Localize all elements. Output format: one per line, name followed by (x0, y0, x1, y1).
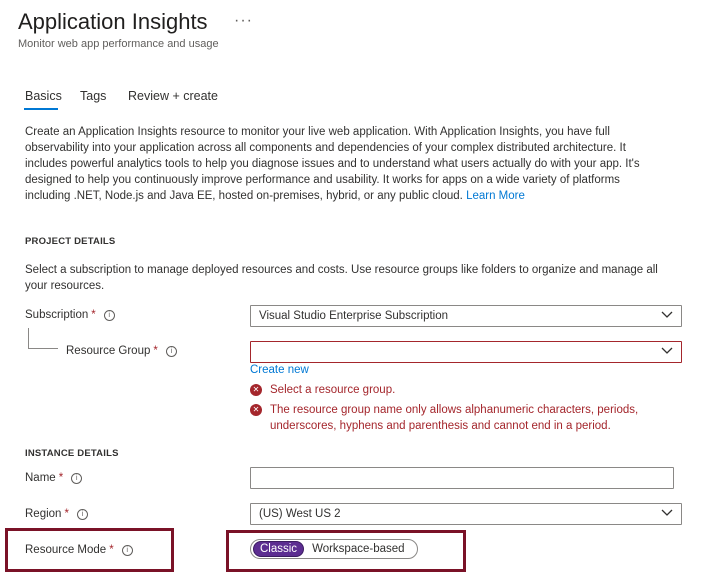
resource-mode-toggle[interactable]: Classic Workspace-based (250, 539, 418, 559)
required-marker: * (153, 345, 158, 357)
info-icon[interactable]: i (71, 472, 83, 484)
region-value: (US) West US 2 (259, 508, 341, 520)
resource-group-label: Resource Group * i (66, 345, 177, 357)
error-message: ✕ The resource group name only allows al… (250, 402, 650, 434)
name-label: Name * i (25, 472, 83, 484)
resource-mode-label: Resource Mode * i (25, 544, 133, 556)
tab-review-create[interactable]: Review + create (128, 89, 218, 103)
create-new-link[interactable]: Create new (250, 364, 309, 376)
region-label: Region * i (25, 508, 88, 520)
project-details-description: Select a subscription to manage deployed… (25, 264, 658, 292)
error-text: The resource group name only allows alph… (270, 404, 639, 432)
resource-group-label-text: Resource Group (66, 345, 151, 357)
region-label-text: Region (25, 508, 62, 520)
resource-group-dropdown[interactable] (250, 341, 682, 363)
tree-connector-horizontal (28, 348, 58, 349)
info-icon[interactable]: i (165, 345, 177, 357)
page-subtitle: Monitor web app performance and usage (18, 38, 219, 50)
resource-mode-label-text: Resource Mode (25, 544, 107, 556)
intro-description: Create an Application Insights resource … (25, 124, 647, 204)
chevron-down-icon (661, 347, 673, 354)
learn-more-link[interactable]: Learn More (466, 190, 525, 202)
instance-details-heading: INSTANCE DETAILS (25, 448, 119, 459)
resource-mode-option-workspace-based[interactable]: Workspace-based (304, 542, 410, 556)
active-tab-indicator (24, 108, 58, 110)
required-marker: * (64, 508, 69, 520)
resource-mode-option-classic[interactable]: Classic (253, 541, 305, 557)
region-dropdown[interactable]: (US) West US 2 (250, 503, 682, 525)
error-icon: ✕ (250, 384, 262, 396)
chevron-down-icon (661, 311, 673, 318)
tab-basics[interactable]: Basics (25, 89, 62, 103)
error-icon: ✕ (250, 404, 262, 416)
chevron-down-icon (661, 509, 673, 516)
name-label-text: Name (25, 472, 56, 484)
tab-tags[interactable]: Tags (80, 89, 106, 103)
intro-text: Create an Application Insights resource … (25, 126, 640, 202)
required-marker: * (91, 309, 96, 321)
subscription-dropdown[interactable]: Visual Studio Enterprise Subscription (250, 305, 682, 327)
required-marker: * (109, 544, 114, 556)
info-icon[interactable]: i (121, 544, 133, 556)
more-options-icon[interactable]: ··· (234, 12, 253, 30)
error-message: ✕ Select a resource group. (250, 382, 670, 398)
page-title: Application Insights (18, 9, 208, 34)
error-text: Select a resource group. (270, 384, 396, 396)
required-marker: * (58, 472, 64, 484)
info-icon[interactable]: i (76, 508, 88, 520)
tree-connector-vertical (28, 328, 29, 348)
project-details-heading: PROJECT DETAILS (25, 236, 116, 247)
subscription-label-text: Subscription (25, 309, 89, 321)
info-icon[interactable]: i (103, 309, 115, 321)
subscription-label: Subscription * i (25, 309, 115, 321)
name-input[interactable] (250, 467, 674, 489)
subscription-value: Visual Studio Enterprise Subscription (259, 310, 449, 322)
